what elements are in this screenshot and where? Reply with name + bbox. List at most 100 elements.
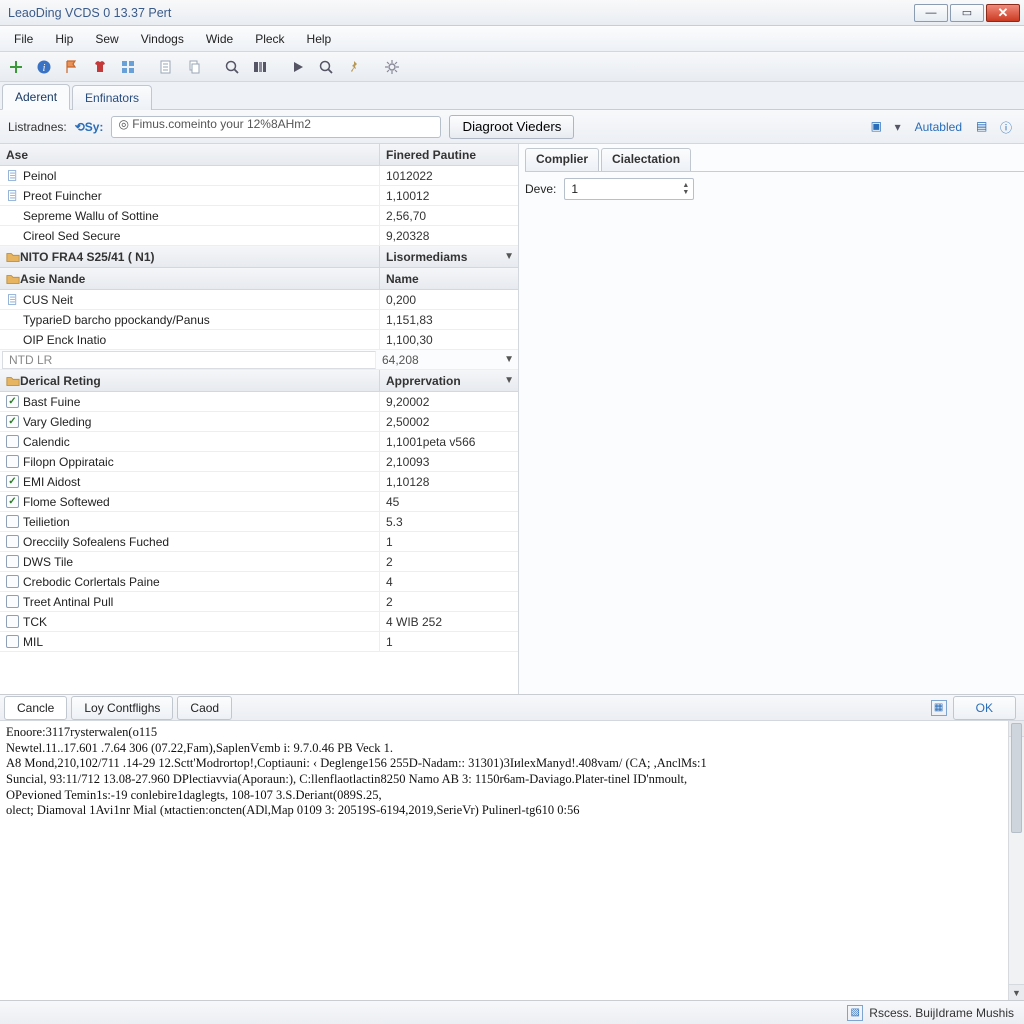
checkbox[interactable]: [6, 415, 19, 428]
menu-file[interactable]: File: [4, 28, 43, 50]
row-ntdlr[interactable]: NTD LR 64,208▼: [0, 350, 518, 370]
tab-complier[interactable]: Complier: [525, 148, 599, 171]
sync-icon[interactable]: ⟲Sy:: [75, 120, 104, 134]
table-row[interactable]: CUS Neit0,200: [0, 290, 518, 310]
menu-sew[interactable]: Sew: [85, 28, 128, 50]
zoom-icon[interactable]: [220, 55, 244, 79]
row-label: MIL: [23, 635, 43, 649]
diag-button[interactable]: Diagroot Vieders: [449, 115, 574, 139]
grid-icon[interactable]: [116, 55, 140, 79]
tab-aderent[interactable]: Aderent: [2, 84, 70, 110]
row-label: Orecciily Sofealens Fuched: [23, 535, 169, 549]
table-row[interactable]: Treet Antinal Pull2: [0, 592, 518, 612]
table-row[interactable]: Vary Gleding2,50002: [0, 412, 518, 432]
table-row[interactable]: OIP Enck Inatio1,100,30: [0, 330, 518, 350]
section-derical-header[interactable]: Derical Reting Apprervation▼: [0, 370, 518, 392]
table-row[interactable]: DWS Tile2: [0, 552, 518, 572]
table-row[interactable]: Calendic1,1001peta v566: [0, 432, 518, 452]
tab-cancle[interactable]: Cancle: [4, 696, 67, 720]
table-row[interactable]: Preot Fuincher 1,10012: [0, 186, 518, 206]
menu-hip[interactable]: Hip: [45, 28, 83, 50]
help-icon[interactable]: ⓘ: [1000, 119, 1016, 135]
tab-enfinators[interactable]: Enfinators: [72, 85, 152, 110]
table-row[interactable]: Teilietion5.3: [0, 512, 518, 532]
scrollbar[interactable]: ▲ ▼: [1008, 721, 1024, 1000]
section-nito-header[interactable]: NITO FRA4 S25/41 ( N1) Lisormediams▼: [0, 246, 518, 268]
checkbox[interactable]: [6, 455, 19, 468]
info-icon[interactable]: i: [32, 55, 56, 79]
box-icon[interactable]: ▦: [931, 700, 947, 716]
table-row[interactable]: Filopn Oppirataic2,10093: [0, 452, 518, 472]
section-ase-header: Ase Finered Pautine: [0, 144, 518, 166]
menu-vindogs[interactable]: Vindogs: [131, 28, 194, 50]
checkbox[interactable]: [6, 515, 19, 528]
add-icon[interactable]: [4, 55, 28, 79]
spinner-icon[interactable]: ▲▼: [682, 183, 689, 196]
address-input[interactable]: ◎ Fimus.comeinto your 12%8AHm2: [111, 116, 441, 138]
scroll-thumb[interactable]: [1011, 723, 1022, 833]
right-panel: Complier Cialectation Deve: 1 ▲▼: [519, 144, 1024, 694]
checkbox[interactable]: [6, 475, 19, 488]
close-button[interactable]: ✕: [986, 4, 1020, 22]
box-icon[interactable]: ▣: [871, 119, 887, 135]
columns-icon[interactable]: [248, 55, 272, 79]
row-value: 45: [380, 495, 518, 509]
tab-loyconflighs[interactable]: Loy Contflighs: [71, 696, 173, 720]
run-icon[interactable]: [286, 55, 310, 79]
chevron-down-icon[interactable]: ▼: [504, 354, 514, 365]
menu-help[interactable]: Help: [297, 28, 342, 50]
tab-caod[interactable]: Caod: [177, 696, 232, 720]
row-label: Peinol: [23, 169, 56, 183]
table-row[interactable]: Crebodic Corlertals Paine4: [0, 572, 518, 592]
menu-wide[interactable]: Wide: [196, 28, 243, 50]
copy-icon[interactable]: [182, 55, 206, 79]
table-row[interactable]: Flome Softewed45: [0, 492, 518, 512]
row-label: Preot Fuincher: [23, 189, 102, 203]
ok-button[interactable]: OK: [953, 696, 1016, 720]
checkbox[interactable]: [6, 395, 19, 408]
row-label: DWS Tile: [23, 555, 73, 569]
table-row[interactable]: Bast Fuine9,20002: [0, 392, 518, 412]
doc-icon[interactable]: [154, 55, 178, 79]
table-row[interactable]: TyparieD barcho ppockandy/Panus1,151,83: [0, 310, 518, 330]
checkbox[interactable]: [6, 495, 19, 508]
table-row[interactable]: Orecciily Sofealens Fuched 1: [0, 532, 518, 552]
checkbox[interactable]: [6, 635, 19, 648]
folder-icon: [6, 374, 20, 388]
tab-cialectation[interactable]: Cialectation: [601, 148, 691, 171]
settings-icon[interactable]: [380, 55, 404, 79]
page-icon[interactable]: ▤: [976, 119, 992, 135]
table-row[interactable]: Cireol Sed Secure9,20328: [0, 226, 518, 246]
menubar: File Hip Sew Vindogs Wide Pleck Help: [0, 26, 1024, 52]
scroll-down-icon[interactable]: ▼: [1009, 984, 1024, 1000]
shirt-icon[interactable]: [88, 55, 112, 79]
checkbox[interactable]: [6, 555, 19, 568]
section-asie-header: Asie Nande Name: [0, 268, 518, 290]
checkbox[interactable]: [6, 435, 19, 448]
minimize-button[interactable]: —: [914, 4, 948, 22]
checkbox[interactable]: [6, 595, 19, 608]
chevron-down-icon[interactable]: ▼: [504, 251, 514, 262]
flag-icon[interactable]: [60, 55, 84, 79]
row-value: 1012022: [380, 169, 518, 183]
row-label: Crebodic Corlertals Paine: [23, 575, 160, 589]
row-value: 1: [380, 535, 518, 549]
maximize-button[interactable]: ▭: [950, 4, 984, 22]
table-row[interactable]: EMI Aidost1,10128: [0, 472, 518, 492]
table-row[interactable]: TCK4 WIB 252: [0, 612, 518, 632]
menu-pleck[interactable]: Pleck: [245, 28, 294, 50]
row-value: 1,10012: [380, 189, 518, 203]
checkbox[interactable]: [6, 575, 19, 588]
checkbox[interactable]: [6, 535, 19, 548]
table-row[interactable]: Peinol 1012022: [0, 166, 518, 186]
zoom2-icon[interactable]: [314, 55, 338, 79]
autabled-link[interactable]: Autabled: [909, 120, 968, 134]
table-row[interactable]: Sepreme Wallu of Sottine2,56,70: [0, 206, 518, 226]
deve-input[interactable]: 1 ▲▼: [564, 178, 694, 200]
row-label: EMI Aidost: [23, 475, 80, 489]
table-row[interactable]: MIL1: [0, 632, 518, 652]
row-value: 9,20328: [380, 229, 518, 243]
pin-icon[interactable]: [342, 55, 366, 79]
chevron-down-icon[interactable]: ▼: [504, 375, 514, 386]
checkbox[interactable]: [6, 615, 19, 628]
